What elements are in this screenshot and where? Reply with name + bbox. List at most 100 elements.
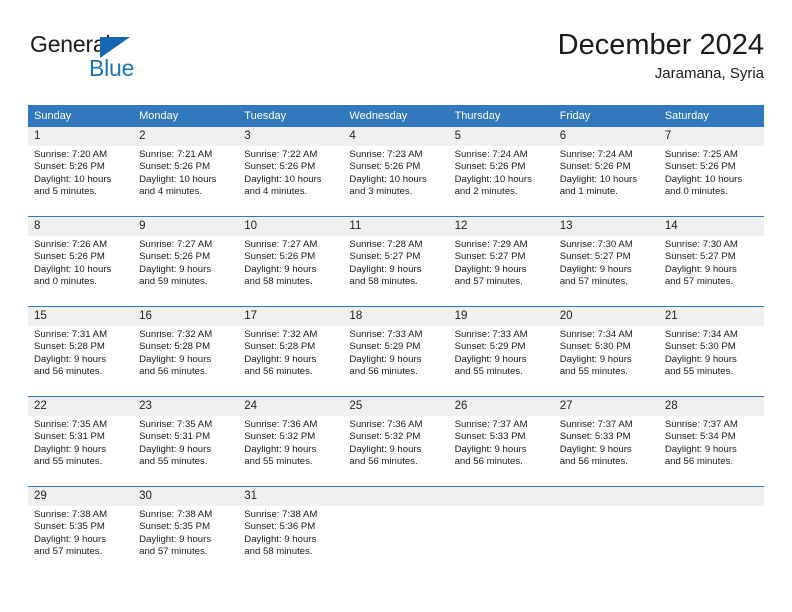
- day-info: Sunrise: 7:33 AM Sunset: 5:29 PM Daylight:…: [449, 326, 554, 379]
- daylight-text-line2: and 3 minutes.: [349, 186, 413, 198]
- sunset-text: Sunset: 5:28 PM: [139, 341, 211, 353]
- day-cell-inner: 6 Sunrise: 7:24 AM Sunset: 5:26 PM Daylight…: [553, 126, 659, 208]
- calendar-day-cell[interactable]: 2 Sunrise: 7:21 AM Sunset: 5:26 PM Daylight…: [133, 126, 239, 216]
- title-block: December 2024 Jaramana, Syria: [558, 28, 764, 83]
- day-number: 24: [238, 397, 344, 416]
- calendar-day-cell[interactable]: 28 Sunrise: 7:37 AM Sunset: 5:34 PM Dayligh…: [658, 396, 764, 486]
- daylight-text-line1: Daylight: 9 hours: [664, 353, 737, 365]
- day-number: 14: [658, 217, 764, 236]
- calendar-day-cell[interactable]: 9 Sunrise: 7:27 AM Sunset: 5:26 PM Daylight…: [133, 216, 239, 306]
- day-number: 28: [658, 397, 764, 416]
- sunset-text: Sunset: 5:29 PM: [349, 341, 421, 353]
- daylight-text-line1: Daylight: 9 hours: [139, 443, 212, 455]
- weekday-header-wednesday: Wednesday: [343, 105, 449, 126]
- weekday-header-sunday: Sunday: [28, 105, 134, 126]
- daylight-text-line1: Daylight: 9 hours: [454, 443, 527, 455]
- calendar-day-cell[interactable]: 6 Sunrise: 7:24 AM Sunset: 5:26 PM Daylight…: [553, 126, 659, 216]
- daylight-text-line2: and 5 minutes.: [34, 186, 97, 198]
- calendar-day-cell[interactable]: 24 Sunrise: 7:36 AM Sunset: 5:32 PM Dayligh…: [238, 396, 344, 486]
- calendar-day-cell[interactable]: 31 Sunrise: 7:38 AM Sunset: 5:36 PM Dayligh…: [238, 486, 344, 576]
- calendar-day-cell: [343, 486, 449, 576]
- day-info: Sunrise: 7:30 AM Sunset: 5:27 PM Daylight:…: [554, 236, 659, 289]
- calendar-day-cell[interactable]: 1 Sunrise: 7:20 AM Sunset: 5:26 PM Daylight…: [28, 126, 134, 216]
- day-cell-inner: [448, 486, 554, 568]
- sunset-text: Sunset: 5:35 PM: [34, 521, 105, 533]
- daylight-text-line2: and 2 minutes.: [454, 186, 518, 198]
- day-cell-inner: 7 Sunrise: 7:25 AM Sunset: 5:26 PM Daylight…: [658, 126, 764, 208]
- day-number: [343, 487, 449, 506]
- sunset-text: Sunset: 5:27 PM: [454, 251, 526, 263]
- day-number: 10: [238, 217, 344, 236]
- calendar-day-cell[interactable]: 10 Sunrise: 7:27 AM Sunset: 5:26 PM Dayligh…: [238, 216, 344, 306]
- calendar-day-cell[interactable]: 19 Sunrise: 7:33 AM Sunset: 5:29 PM Dayligh…: [448, 306, 554, 396]
- day-number: 19: [448, 307, 554, 326]
- sunrise-text: Sunrise: 7:20 AM: [34, 149, 108, 160]
- calendar-day-cell[interactable]: 23 Sunrise: 7:35 AM Sunset: 5:31 PM Dayligh…: [133, 396, 239, 486]
- day-number: 1: [28, 127, 134, 146]
- sunrise-text: Sunrise: 7:28 AM: [349, 239, 423, 250]
- calendar-day-cell[interactable]: 13 Sunrise: 7:30 AM Sunset: 5:27 PM Dayligh…: [553, 216, 659, 306]
- day-cell-inner: 30 Sunrise: 7:38 AM Sunset: 5:35 PM Dayligh…: [133, 486, 239, 568]
- calendar-day-cell[interactable]: 5 Sunrise: 7:24 AM Sunset: 5:26 PM Daylight…: [448, 126, 554, 216]
- day-number: 7: [658, 127, 764, 146]
- calendar-day-cell[interactable]: 16 Sunrise: 7:32 AM Sunset: 5:28 PM Dayligh…: [133, 306, 239, 396]
- calendar-day-cell[interactable]: 18 Sunrise: 7:33 AM Sunset: 5:29 PM Dayligh…: [343, 306, 449, 396]
- daylight-text-line1: Daylight: 10 hours: [139, 173, 217, 185]
- day-info: Sunrise: 7:38 AM Sunset: 5:35 PM Daylight:…: [28, 506, 133, 559]
- day-cell-inner: [658, 486, 764, 568]
- daylight-text-line1: Daylight: 10 hours: [454, 173, 532, 185]
- calendar-day-cell[interactable]: 25 Sunrise: 7:36 AM Sunset: 5:32 PM Dayligh…: [343, 396, 449, 486]
- day-cell-inner: 31 Sunrise: 7:38 AM Sunset: 5:36 PM Dayligh…: [238, 486, 344, 568]
- day-cell-inner: 2 Sunrise: 7:21 AM Sunset: 5:26 PM Daylight…: [133, 126, 239, 208]
- day-info: Sunrise: 7:38 AM Sunset: 5:35 PM Daylight:…: [133, 506, 238, 559]
- day-info: Sunrise: 7:28 AM Sunset: 5:27 PM Daylight:…: [343, 236, 448, 289]
- weekday-header-saturday: Saturday: [658, 105, 764, 126]
- sunrise-text: Sunrise: 7:36 AM: [349, 419, 423, 430]
- day-cell-inner: 9 Sunrise: 7:27 AM Sunset: 5:26 PM Daylight…: [133, 216, 239, 298]
- calendar-day-cell[interactable]: 26 Sunrise: 7:37 AM Sunset: 5:33 PM Dayligh…: [448, 396, 554, 486]
- daylight-text-line1: Daylight: 9 hours: [349, 443, 422, 455]
- daylight-text-line2: and 58 minutes.: [244, 546, 313, 558]
- calendar-day-cell[interactable]: 11 Sunrise: 7:28 AM Sunset: 5:27 PM Dayligh…: [343, 216, 449, 306]
- day-info: Sunrise: 7:27 AM Sunset: 5:26 PM Daylight:…: [238, 236, 343, 289]
- sunrise-text: Sunrise: 7:38 AM: [34, 509, 108, 520]
- calendar-day-cell[interactable]: 4 Sunrise: 7:23 AM Sunset: 5:26 PM Daylight…: [343, 126, 449, 216]
- calendar-day-cell[interactable]: 17 Sunrise: 7:32 AM Sunset: 5:28 PM Dayligh…: [238, 306, 344, 396]
- calendar-day-cell[interactable]: 29 Sunrise: 7:38 AM Sunset: 5:35 PM Dayligh…: [28, 486, 134, 576]
- calendar-day-cell[interactable]: 20 Sunrise: 7:34 AM Sunset: 5:30 PM Dayligh…: [553, 306, 659, 396]
- sunrise-text: Sunrise: 7:23 AM: [349, 149, 423, 160]
- day-cell-inner: 13 Sunrise: 7:30 AM Sunset: 5:27 PM Dayligh…: [553, 216, 659, 298]
- calendar-week-row: 15 Sunrise: 7:31 AM Sunset: 5:28 PM Dayligh…: [28, 306, 764, 396]
- daylight-text-line2: and 56 minutes.: [559, 456, 628, 468]
- daylight-text-line1: Daylight: 9 hours: [349, 263, 422, 275]
- sunrise-text: Sunrise: 7:32 AM: [244, 329, 318, 340]
- logo-primary-text: General: [30, 31, 111, 57]
- sunset-text: Sunset: 5:26 PM: [139, 161, 211, 173]
- daylight-text-line1: Daylight: 9 hours: [139, 533, 212, 545]
- day-cell-inner: 17 Sunrise: 7:32 AM Sunset: 5:28 PM Dayligh…: [238, 306, 344, 388]
- day-info: Sunrise: 7:37 AM Sunset: 5:33 PM Daylight:…: [449, 416, 554, 469]
- day-info: Sunrise: 7:37 AM Sunset: 5:33 PM Daylight:…: [554, 416, 659, 469]
- sunset-text: Sunset: 5:33 PM: [454, 431, 526, 443]
- calendar-day-cell[interactable]: 30 Sunrise: 7:38 AM Sunset: 5:35 PM Dayligh…: [133, 486, 239, 576]
- calendar-day-cell[interactable]: 14 Sunrise: 7:30 AM Sunset: 5:27 PM Dayligh…: [658, 216, 764, 306]
- calendar-day-cell[interactable]: 15 Sunrise: 7:31 AM Sunset: 5:28 PM Dayligh…: [28, 306, 134, 396]
- calendar-day-cell[interactable]: 21 Sunrise: 7:34 AM Sunset: 5:30 PM Dayligh…: [658, 306, 764, 396]
- day-number: 27: [553, 397, 659, 416]
- sunset-text: Sunset: 5:34 PM: [664, 431, 736, 443]
- day-number: [448, 487, 554, 506]
- calendar-day-cell[interactable]: 27 Sunrise: 7:37 AM Sunset: 5:33 PM Dayligh…: [553, 396, 659, 486]
- sunrise-text: Sunrise: 7:36 AM: [244, 419, 318, 430]
- daylight-text-line2: and 59 minutes.: [139, 276, 208, 288]
- daylight-text-line2: and 56 minutes.: [244, 366, 313, 378]
- calendar-day-cell[interactable]: 7 Sunrise: 7:25 AM Sunset: 5:26 PM Daylight…: [658, 126, 764, 216]
- calendar-day-cell[interactable]: 8 Sunrise: 7:26 AM Sunset: 5:26 PM Daylight…: [28, 216, 134, 306]
- calendar-day-cell[interactable]: 3 Sunrise: 7:22 AM Sunset: 5:26 PM Daylight…: [238, 126, 344, 216]
- sunset-text: Sunset: 5:29 PM: [454, 341, 526, 353]
- daylight-text-line1: Daylight: 10 hours: [664, 173, 743, 185]
- calendar-day-cell[interactable]: 12 Sunrise: 7:29 AM Sunset: 5:27 PM Dayligh…: [448, 216, 554, 306]
- daylight-text-line1: Daylight: 9 hours: [559, 263, 632, 275]
- daylight-text-line1: Daylight: 10 hours: [349, 173, 427, 185]
- calendar-day-cell[interactable]: 22 Sunrise: 7:35 AM Sunset: 5:31 PM Dayligh…: [28, 396, 134, 486]
- day-cell-inner: 23 Sunrise: 7:35 AM Sunset: 5:31 PM Dayligh…: [133, 396, 239, 478]
